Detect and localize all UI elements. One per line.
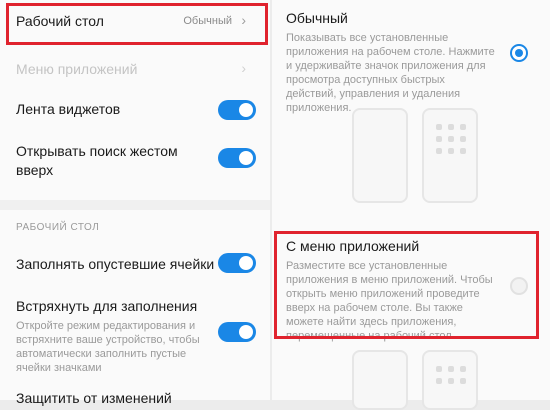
settings-panel: Рабочий стол Обычный › Меню приложений ›… [0,0,270,406]
search-gesture-toggle[interactable] [218,148,256,168]
shake-label: Встряхнуть для заполнения [16,298,198,314]
widgets-toggle[interactable] [218,100,256,120]
option-standard-description: Показывать все установленные приложения … [286,32,495,114]
section-header: РАБОЧИЙ СТОЛ [16,222,100,233]
section-divider [0,200,270,210]
shake-description: Откройте режим редактирования и встряхни… [16,320,200,374]
option-standard-title: Обычный [286,10,348,26]
option-app-menu-highlight [274,231,539,339]
protect-label: Защитить от изменений [16,390,172,406]
fill-cells-toggle[interactable] [218,253,256,273]
desktop-setting-highlight [6,3,268,45]
phone-preview-icon [422,350,478,410]
app-menu-row[interactable]: Меню приложений › [16,60,256,79]
phone-preview-icon [352,108,408,203]
phone-preview-icon [352,350,408,410]
shake-toggle[interactable] [218,322,256,342]
chevron-right-icon: › [241,60,246,76]
layout-options-panel: Обычный Показывать все установленные при… [272,0,550,410]
protect-row[interactable]: Защитить от изменений [16,389,256,408]
option-standard-radio[interactable] [510,44,528,62]
phone-preview-icon [422,108,478,203]
app-menu-label: Меню приложений [16,61,138,77]
search-gesture-label: Открывать поиск жестом вверх [16,143,178,178]
